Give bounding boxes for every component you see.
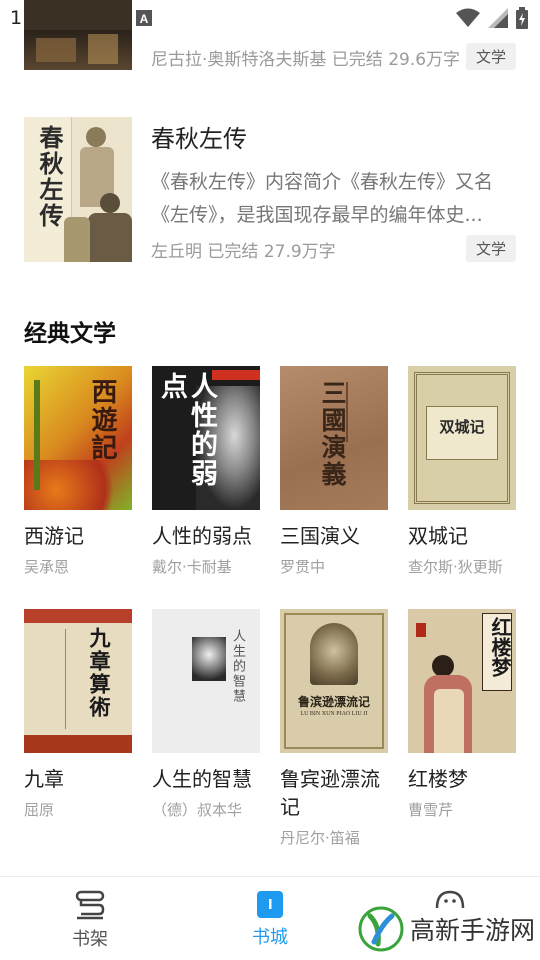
book-card[interactable]: 人性的弱点 人性的弱点 戴尔·卡耐基 (152, 366, 260, 577)
cover-title-text: 鲁滨逊漂流记 (297, 695, 370, 709)
cover-title-text: 春秋左传 (35, 125, 64, 229)
book-title: 三国演义 (280, 524, 360, 548)
cover-title-text: 双城记 (439, 418, 485, 436)
bookshelf-icon (75, 890, 105, 920)
book-card[interactable]: 鲁滨逊漂流记 LU BIN XUN PIAO LIU JI 鲁宾逊漂流记 丹尼尔… (280, 609, 388, 848)
category-tag: 文学 (465, 43, 516, 70)
bookstore-icon (257, 891, 283, 918)
book-cover: 春秋左传 (24, 117, 132, 262)
nav-tab-label: 书架 (72, 929, 108, 950)
book-author: 查尔斯·狄更斯 (408, 558, 503, 576)
book-title: 双城记 (408, 524, 468, 548)
cover-title-text: 九章算術 (87, 627, 112, 719)
book-meta: 左丘明 已完结 27.9万字 (151, 242, 336, 262)
book-list-item[interactable]: 春秋左传 春秋左传 《春秋左传》内容简介《春秋左传》又名 《左传》，是我国现存最… (24, 117, 516, 262)
book-cover: 红楼梦 (408, 609, 516, 753)
watermark: 高新手游网 (358, 906, 535, 952)
book-list-item[interactable]: 尼古拉·奥斯特洛夫斯基 已完结 29.6万字 文学 (24, 0, 516, 70)
book-card[interactable]: 双城记 双城记 查尔斯·狄更斯 (408, 366, 516, 577)
nav-tab-bookshelf[interactable]: 书架 (50, 889, 130, 951)
book-author: 吴承恩 (24, 558, 70, 576)
book-cover: 鲁滨逊漂流记 LU BIN XUN PIAO LIU JI (280, 609, 388, 753)
cover-title-text: 三國演義 (318, 380, 347, 488)
category-tag: 文学 (465, 235, 516, 262)
nav-tab-label: 书城 (252, 927, 288, 948)
cover-subtitle-text: LU BIN XUN PIAO LIU JI (300, 711, 368, 717)
book-card[interactable]: 西遊記 西游记 吴承恩 (24, 366, 132, 577)
battery-icon (516, 7, 528, 29)
book-author: 屈原 (24, 801, 55, 819)
cover-title-text: 红楼梦 (488, 617, 512, 677)
book-author: 罗贯中 (280, 558, 326, 576)
cover-title-text: 人性的弱点 (156, 372, 217, 488)
book-author: 戴尔·卡耐基 (152, 558, 232, 576)
watermark-text: 高新手游网 (410, 916, 536, 945)
book-meta: 尼古拉·奥斯特洛夫斯基 已完结 29.6万字 (151, 50, 461, 70)
book-author: （德）叔本华 (152, 801, 243, 819)
book-cover: 人性的弱点 (152, 366, 260, 510)
section-title: 经典文学 (24, 321, 116, 347)
book-description: 《春秋左传》内容简介《春秋左传》又名 《左传》，是我国现存最早的编年体史... (151, 171, 494, 226)
book-author: 曹雪芹 (408, 801, 454, 819)
book-card[interactable]: 红楼梦 红楼梦 曹雪芹 (408, 609, 516, 820)
book-cover: 人生的智慧 (152, 609, 260, 753)
book-cover: 双城记 (408, 366, 516, 510)
book-card[interactable]: 三國演義 三国演义 罗贯中 (280, 366, 388, 577)
book-title: 人生的智慧 (152, 767, 252, 791)
book-cover: 西遊記 (24, 366, 132, 510)
book-card[interactable]: 人生的智慧 人生的智慧 （德）叔本华 (152, 609, 260, 820)
book-cover (24, 0, 132, 70)
book-cover: 三國演義 (280, 366, 388, 510)
book-title: 人性的弱点 (152, 524, 252, 548)
book-title: 红楼梦 (408, 767, 468, 791)
book-cover: 九章算術 (24, 609, 132, 753)
book-title: 九章 (24, 767, 64, 791)
watermark-logo-icon (358, 906, 404, 952)
book-card[interactable]: 九章算術 九章 屈原 (24, 609, 132, 820)
cover-title-text: 人生的智慧 (230, 629, 245, 704)
book-title: 鲁宾逊漂流记 (280, 767, 380, 819)
cover-title-text: 西遊記 (87, 378, 117, 462)
book-author: 丹尼尔·笛福 (280, 829, 360, 847)
nav-tab-bookstore[interactable]: 书城 (230, 889, 310, 949)
book-title: 西游记 (24, 524, 84, 548)
book-title: 春秋左传 (151, 125, 247, 153)
